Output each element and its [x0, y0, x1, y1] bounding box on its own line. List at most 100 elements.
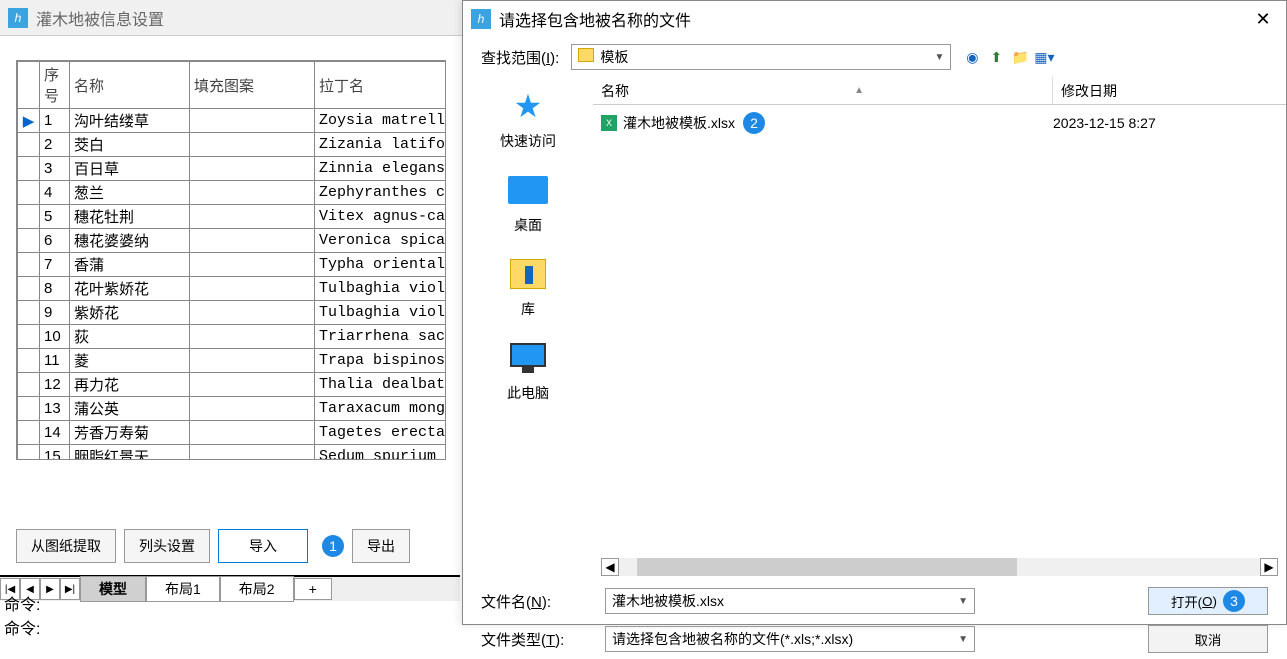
cell-pattern[interactable] — [190, 157, 315, 181]
close-icon[interactable]: ✕ — [1248, 4, 1278, 34]
col-seq[interactable]: 序号 — [40, 62, 70, 109]
place-library[interactable]: 库 — [507, 253, 549, 319]
view-menu-icon[interactable]: ▦▾ — [1035, 48, 1053, 66]
cell-pattern[interactable] — [190, 349, 315, 373]
column-settings-button[interactable]: 列头设置 — [124, 529, 210, 563]
table-row[interactable]: 7 香蒲 Typha oriental — [18, 253, 447, 277]
cell-name[interactable]: 葱兰 — [70, 181, 190, 205]
col-name[interactable]: 名称 — [70, 62, 190, 109]
cell-latin[interactable]: Zinnia elegans — [315, 157, 447, 181]
col-latin[interactable]: 拉丁名 — [315, 62, 447, 109]
cell-latin[interactable]: Tagetes erecta — [315, 421, 447, 445]
col-pattern[interactable]: 填充图案 — [190, 62, 315, 109]
cell-name[interactable]: 香蒲 — [70, 253, 190, 277]
cell-seq[interactable]: 6 — [40, 229, 70, 253]
table-row[interactable]: 14 芳香万寿菊 Tagetes erecta — [18, 421, 447, 445]
cell-latin[interactable]: Triarrhena sac — [315, 325, 447, 349]
cell-seq[interactable]: 3 — [40, 157, 70, 181]
cell-latin[interactable]: Zizania latifo — [315, 133, 447, 157]
cell-seq[interactable]: 4 — [40, 181, 70, 205]
cell-pattern[interactable] — [190, 205, 315, 229]
cell-name[interactable]: 荻 — [70, 325, 190, 349]
table-row[interactable]: 10 荻 Triarrhena sac — [18, 325, 447, 349]
cell-pattern[interactable] — [190, 421, 315, 445]
cell-name[interactable]: 沟叶结缕草 — [70, 109, 190, 133]
cell-pattern[interactable] — [190, 373, 315, 397]
file-item[interactable]: X 灌木地被模板.xlsx 2 2023-12-15 8:27 — [593, 109, 1286, 137]
new-folder-icon[interactable]: 📁 — [1011, 48, 1029, 66]
cell-pattern[interactable] — [190, 325, 315, 349]
cell-latin[interactable]: Zoysia matrell — [315, 109, 447, 133]
place-quick-access[interactable]: ★ 快速访问 — [500, 85, 556, 151]
table-row[interactable]: 3 百日草 Zinnia elegans — [18, 157, 447, 181]
cell-name[interactable]: 茭白 — [70, 133, 190, 157]
cell-pattern[interactable] — [190, 445, 315, 461]
cell-pattern[interactable] — [190, 133, 315, 157]
cell-latin[interactable]: Taraxacum mong — [315, 397, 447, 421]
cell-name[interactable]: 紫娇花 — [70, 301, 190, 325]
cell-latin[interactable]: Tulbaghia viol — [315, 277, 447, 301]
cell-latin[interactable]: Typha oriental — [315, 253, 447, 277]
cell-name[interactable]: 百日草 — [70, 157, 190, 181]
place-this-pc[interactable]: 此电脑 — [507, 337, 549, 403]
table-row[interactable]: 9 紫娇花 Tulbaghia viol — [18, 301, 447, 325]
table-row[interactable]: 15 胭脂红景天 Sedum spurium — [18, 445, 447, 461]
cell-seq[interactable]: 7 — [40, 253, 70, 277]
cell-seq[interactable]: 5 — [40, 205, 70, 229]
cell-pattern[interactable] — [190, 301, 315, 325]
table-row[interactable]: 12 再力花 Thalia dealbat — [18, 373, 447, 397]
scroll-thumb[interactable] — [637, 558, 1017, 576]
cell-latin[interactable]: Vitex agnus-ca — [315, 205, 447, 229]
table-row[interactable]: ▶ 1 沟叶结缕草 Zoysia matrell — [18, 109, 447, 133]
cell-pattern[interactable] — [190, 277, 315, 301]
table-row[interactable]: 8 花叶紫娇花 Tulbaghia viol — [18, 277, 447, 301]
up-folder-icon[interactable]: ⬆ — [987, 48, 1005, 66]
header-name-col[interactable]: 名称 ▲ — [593, 77, 1053, 104]
filename-combo[interactable]: 灌木地被模板.xlsx ▼ — [605, 588, 975, 614]
scroll-right-icon[interactable]: ▶ — [1260, 558, 1278, 576]
table-row[interactable]: 5 穗花牡荆 Vitex agnus-ca — [18, 205, 447, 229]
cell-seq[interactable]: 11 — [40, 349, 70, 373]
cell-name[interactable]: 蒲公英 — [70, 397, 190, 421]
cell-seq[interactable]: 14 — [40, 421, 70, 445]
cell-latin[interactable]: Tulbaghia viol — [315, 301, 447, 325]
table-row[interactable]: 4 葱兰 Zephyranthes c — [18, 181, 447, 205]
filetype-combo[interactable]: 请选择包含地被名称的文件(*.xls;*.xlsx) ▼ — [605, 626, 975, 652]
cell-name[interactable]: 胭脂红景天 — [70, 445, 190, 461]
cell-latin[interactable]: Trapa bispinos — [315, 349, 447, 373]
folder-path-combo[interactable]: 模板 ▼ — [571, 44, 951, 70]
cell-name[interactable]: 菱 — [70, 349, 190, 373]
cell-name[interactable]: 穗花婆婆纳 — [70, 229, 190, 253]
table-row[interactable]: 2 茭白 Zizania latifo — [18, 133, 447, 157]
cell-pattern[interactable] — [190, 253, 315, 277]
cell-latin[interactable]: Veronica spica — [315, 229, 447, 253]
cell-seq[interactable]: 1 — [40, 109, 70, 133]
cell-seq[interactable]: 9 — [40, 301, 70, 325]
table-row[interactable]: 6 穗花婆婆纳 Veronica spica — [18, 229, 447, 253]
cell-pattern[interactable] — [190, 109, 315, 133]
cell-latin[interactable]: Sedum spurium — [315, 445, 447, 461]
cancel-button[interactable]: 取消 — [1148, 625, 1268, 653]
cell-name[interactable]: 芳香万寿菊 — [70, 421, 190, 445]
extract-from-drawing-button[interactable]: 从图纸提取 — [16, 529, 116, 563]
export-button[interactable]: 导出 — [352, 529, 410, 563]
back-icon[interactable]: ◉ — [963, 48, 981, 66]
cell-seq[interactable]: 12 — [40, 373, 70, 397]
cell-pattern[interactable] — [190, 397, 315, 421]
cell-name[interactable]: 再力花 — [70, 373, 190, 397]
cell-pattern[interactable] — [190, 181, 315, 205]
horizontal-scrollbar[interactable]: ◀ ▶ — [601, 557, 1278, 577]
scroll-left-icon[interactable]: ◀ — [601, 558, 619, 576]
cell-seq[interactable]: 8 — [40, 277, 70, 301]
open-button[interactable]: 打开(O) 3 — [1148, 587, 1268, 615]
cell-name[interactable]: 穗花牡荆 — [70, 205, 190, 229]
import-button[interactable]: 导入 — [218, 529, 308, 563]
header-date-col[interactable]: 修改日期 — [1053, 77, 1286, 104]
scroll-track[interactable] — [619, 558, 1260, 576]
cell-latin[interactable]: Thalia dealbat — [315, 373, 447, 397]
cell-pattern[interactable] — [190, 229, 315, 253]
cell-seq[interactable]: 13 — [40, 397, 70, 421]
table-row[interactable]: 11 菱 Trapa bispinos — [18, 349, 447, 373]
cell-seq[interactable]: 15 — [40, 445, 70, 461]
cell-latin[interactable]: Zephyranthes c — [315, 181, 447, 205]
